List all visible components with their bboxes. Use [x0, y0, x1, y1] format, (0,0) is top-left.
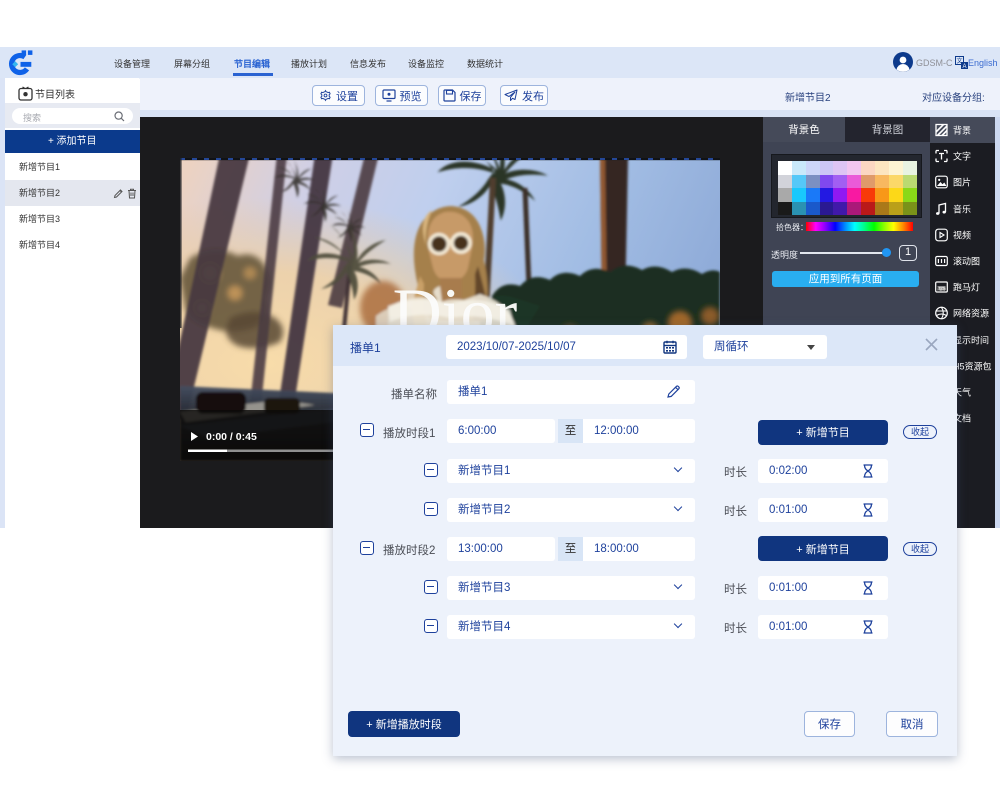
svg-text:A: A [962, 64, 966, 69]
svg-text:0:00 / 0:45: 0:00 / 0:45 [206, 431, 257, 443]
svg-text:跑马灯: 跑马灯 [936, 286, 947, 291]
